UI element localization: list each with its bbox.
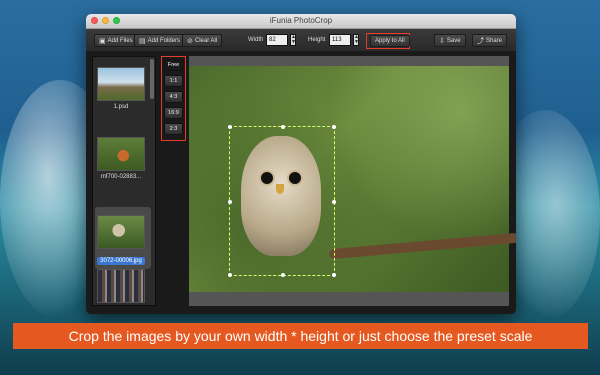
width-label: Width <box>248 37 264 43</box>
owl-photo <box>189 66 516 292</box>
crop-handle[interactable] <box>281 273 285 277</box>
add-files-icon: ▣ <box>99 37 106 45</box>
file-item-selected[interactable]: 3072-00006.jpg <box>93 215 149 267</box>
share-label: Share <box>486 37 503 44</box>
add-folders-icon: ▤ <box>139 37 146 45</box>
file-item[interactable] <box>93 269 149 303</box>
promo-caption: Crop the images by your own width * heig… <box>13 323 588 349</box>
crop-handle[interactable] <box>332 200 336 204</box>
height-input[interactable]: 113 <box>329 34 351 46</box>
main-area: 1.psd mf700-02883... 3072-00006.jpg Free… <box>86 51 516 314</box>
save-label: Save <box>446 37 461 44</box>
share-button[interactable]: ⤴ Share <box>472 34 508 47</box>
window-title: iFunia PhotoCrop <box>269 16 333 25</box>
add-files-button[interactable]: ▣ Add Files <box>94 34 138 47</box>
apply-to-all-label: Apply to All <box>375 38 405 44</box>
toolbar: ▣ Add Files ▤ Add Folders ⊘ Clear All Wi… <box>86 29 516 52</box>
crop-rectangle[interactable] <box>228 125 336 277</box>
add-files-label: Add Files <box>107 37 133 44</box>
height-stepper[interactable]: ▲ ▼ <box>353 34 359 46</box>
file-thumbnail <box>97 137 145 171</box>
file-thumbnail <box>97 215 145 249</box>
clear-all-button[interactable]: ⊘ Clear All <box>182 34 223 47</box>
crop-handle[interactable] <box>228 125 232 129</box>
ratio-panel: Free 1:1 4:3 16:9 2:3 <box>161 56 186 141</box>
height-label: Height <box>308 37 326 43</box>
clear-all-label: Clear All <box>194 37 218 44</box>
ratio-2-3-button[interactable]: 2:3 <box>164 123 183 135</box>
crop-handle[interactable] <box>228 200 232 204</box>
width-input[interactable]: 82 <box>266 34 288 46</box>
ratio-free-button[interactable]: Free <box>164 59 183 71</box>
title-bar: iFunia PhotoCrop <box>86 14 516 29</box>
file-list-scrollbar[interactable] <box>150 59 154 99</box>
clear-icon: ⊘ <box>187 37 193 45</box>
save-button[interactable]: ⇩ Save <box>434 34 466 47</box>
crop-handle[interactable] <box>281 125 285 129</box>
file-name: 3072-00006.jpg <box>97 257 145 265</box>
file-item[interactable]: 1.psd <box>93 67 149 110</box>
crop-handle[interactable] <box>228 273 232 277</box>
crop-handle[interactable] <box>332 125 336 129</box>
file-thumbnail <box>97 269 145 303</box>
ratio-4-3-button[interactable]: 4:3 <box>164 91 183 103</box>
crop-handle[interactable] <box>332 273 336 277</box>
file-list[interactable]: 1.psd mf700-02883... 3072-00006.jpg <box>92 56 156 306</box>
branch <box>328 232 516 260</box>
ratio-1-1-button[interactable]: 1:1 <box>164 75 183 87</box>
file-thumbnail <box>97 67 145 101</box>
file-name: 1.psd <box>113 104 129 110</box>
apply-to-all-button[interactable]: Apply to All <box>370 35 410 47</box>
stepper-down-icon[interactable]: ▼ <box>354 40 359 45</box>
file-item[interactable]: mf700-02883... <box>93 137 149 180</box>
ratio-16-9-button[interactable]: 16:9 <box>164 107 183 119</box>
stepper-down-icon[interactable]: ▼ <box>291 40 296 45</box>
app-window: iFunia PhotoCrop ▣ Add Files ▤ Add Folde… <box>86 14 516 314</box>
file-name: mf700-02883... <box>100 174 142 180</box>
width-stepper[interactable]: ▲ ▼ <box>290 34 296 46</box>
share-icon: ⤴ <box>477 37 484 45</box>
preview-canvas[interactable] <box>189 56 516 306</box>
add-folders-label: Add Folders <box>147 37 180 44</box>
save-icon: ⇩ <box>439 37 445 45</box>
add-folders-button[interactable]: ▤ Add Folders <box>134 34 185 47</box>
